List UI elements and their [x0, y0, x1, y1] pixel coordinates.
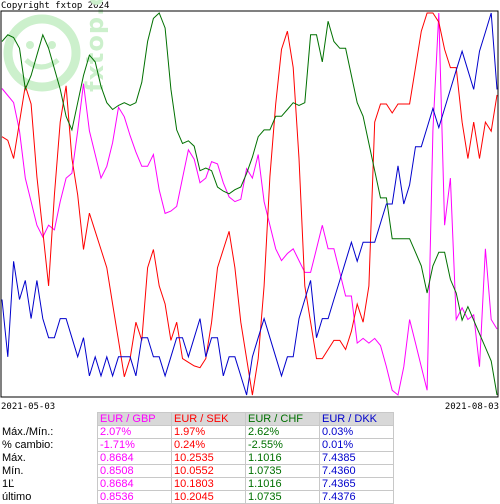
- stats-cell: 1.0735: [245, 490, 320, 504]
- stats-row-label: Máx.: [2, 451, 26, 464]
- stats-cell: 0.8684: [97, 477, 172, 491]
- stats-row-label: Mín.: [2, 464, 24, 477]
- stats-row-first: 1Ľ 0.8684 10.1803 1.1016 7.4365: [0, 477, 394, 491]
- stats-cell: 2.07%: [97, 425, 172, 439]
- stats-table: EUR / GBP EUR / SEK EUR / CHF EUR / DKK …: [0, 412, 394, 504]
- stats-header-gbp: EUR / GBP: [97, 412, 172, 426]
- stats-cell: 1.97%: [171, 425, 246, 439]
- stats-header-sek: EUR / SEK: [171, 412, 246, 426]
- stats-cell: 0.24%: [171, 438, 246, 452]
- stats-cell: -2.55%: [245, 438, 320, 452]
- stats-row-change: % cambio: -1.71% 0.24% -2.55% 0.01%: [0, 438, 394, 452]
- stats-header-dkk: EUR / DKK: [319, 412, 394, 426]
- stats-cell: 10.1803: [171, 477, 246, 491]
- stats-header-chf: EUR / CHF: [245, 412, 320, 426]
- stats-cell: 0.8536: [97, 490, 172, 504]
- chart-area: Copyright fxtop 2024 fxtop.com 2021-05-0…: [0, 0, 499, 412]
- stats-cell: 10.2535: [171, 451, 246, 465]
- stats-cell: 0.03%: [319, 425, 394, 439]
- stats-cell: 1.0735: [245, 464, 320, 478]
- stats-cell: 0.01%: [319, 438, 394, 452]
- stats-cell: 0.8684: [97, 451, 172, 465]
- stats-cell: 7.4360: [319, 464, 394, 478]
- stats-cell: 2.62%: [245, 425, 320, 439]
- watermark-text: fxtop.com: [81, 0, 109, 92]
- stats-row-label: 1Ľ: [2, 477, 15, 490]
- stats-cell: 7.4365: [319, 477, 394, 491]
- fxtop-watermark-logo: fxtop.com: [3, 0, 109, 92]
- stats-cell: -1.71%: [97, 438, 172, 452]
- stats-cell: 7.4385: [319, 451, 394, 465]
- stats-row-label: último: [2, 490, 32, 503]
- stats-row-min: Mín. 0.8508 10.0552 1.0735 7.4360: [0, 464, 394, 478]
- stats-cell: 0.8508: [97, 464, 172, 478]
- stats-cell: 10.0552: [171, 464, 246, 478]
- stats-row-label: Máx./Mín.:: [2, 425, 54, 438]
- stats-cell: 10.2045: [171, 490, 246, 504]
- x-label-start: 2021-05-03: [1, 402, 55, 412]
- stats-cell: 7.4376: [319, 490, 394, 504]
- stats-row-last: último 0.8536 10.2045 1.0735 7.4376: [0, 490, 394, 504]
- stats-cell: 1.1016: [245, 477, 320, 491]
- stats-row-max: Máx. 0.8684 10.2535 1.1016 7.4385: [0, 451, 394, 465]
- stats-row-label: % cambio:: [2, 438, 54, 451]
- stats-header-row: EUR / GBP EUR / SEK EUR / CHF EUR / DKK: [0, 412, 394, 426]
- x-label-end: 2021-08-03: [445, 402, 499, 412]
- stats-row-maxmin: Máx./Mín.: 2.07% 1.97% 2.62% 0.03%: [0, 425, 394, 439]
- stats-cell: 1.1016: [245, 451, 320, 465]
- smiley-face-icon: [3, 14, 81, 92]
